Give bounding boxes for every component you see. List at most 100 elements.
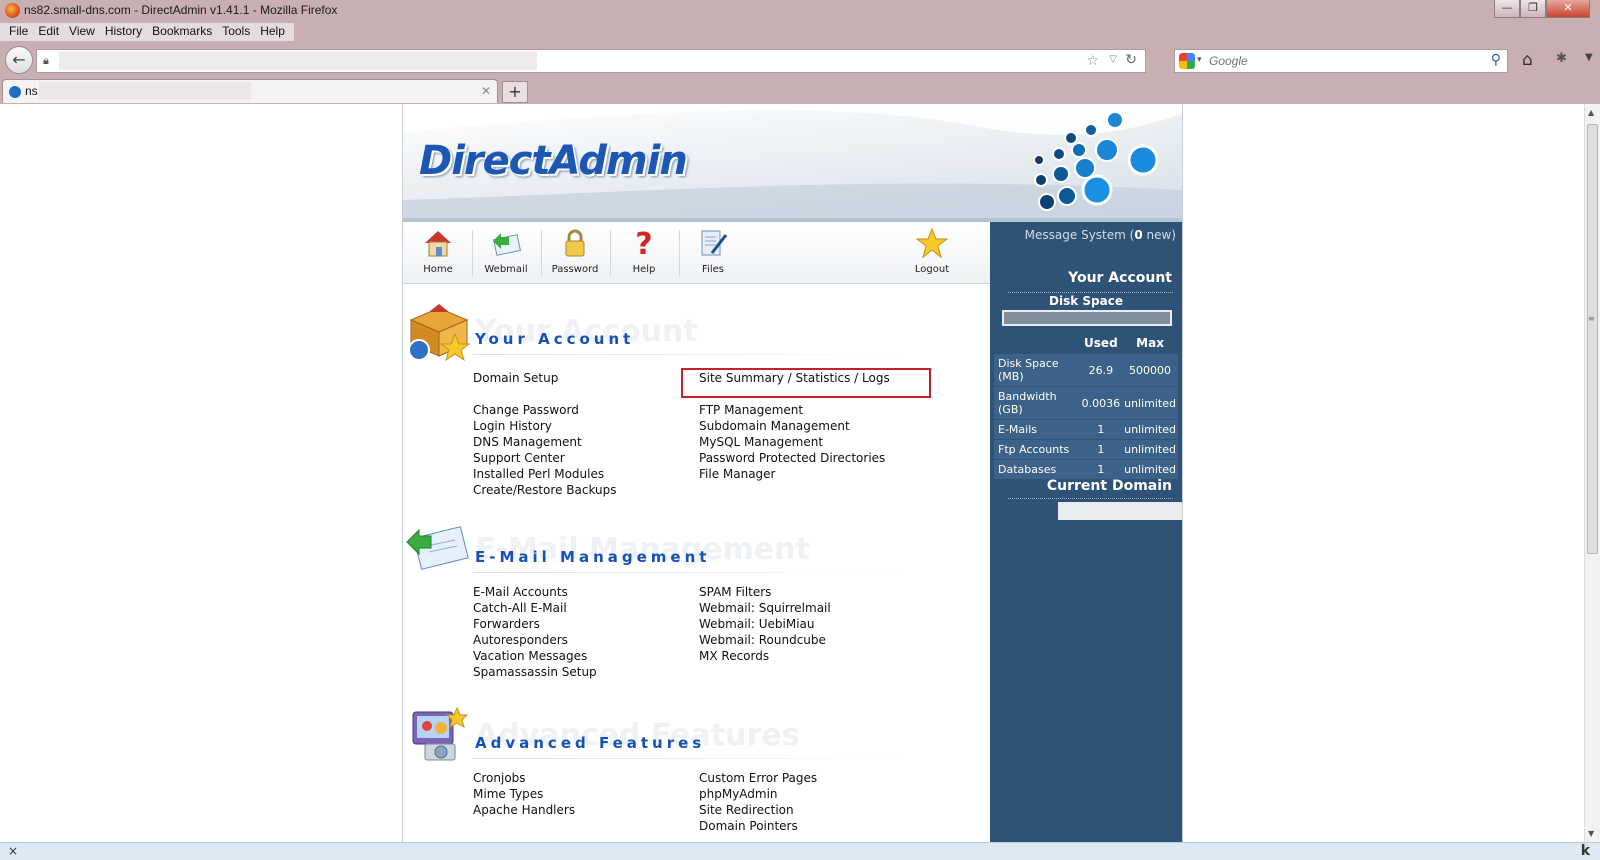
toolbar-webmail[interactable]: Webmail <box>473 226 539 280</box>
toolbar-files[interactable]: Files <box>680 226 746 280</box>
directadmin-panel: DirectAdmin Home Webmail Password ? Help… <box>402 104 1183 842</box>
link-webmail-roundcube[interactable]: Webmail: Roundcube <box>699 632 831 648</box>
link-domain-setup[interactable]: Domain Setup <box>473 370 617 386</box>
url-text-redacted <box>59 52 537 70</box>
menu-view[interactable]: View <box>64 23 100 41</box>
link-create-restore-backups[interactable]: Create/Restore Backups <box>473 482 617 498</box>
link-dns-management[interactable]: DNS Management <box>473 434 617 450</box>
google-icon[interactable] <box>1179 53 1195 69</box>
email-links-col1: E-Mail Accounts Catch-All E-Mail Forward… <box>473 584 597 680</box>
status-addon-icon[interactable]: k <box>1581 843 1590 859</box>
link-subdomain-management[interactable]: Subdomain Management <box>699 418 890 434</box>
scroll-up-icon[interactable]: ▲ <box>1588 108 1594 117</box>
usage-row: Disk Space (MB) 26.9 500000 <box>994 354 1178 387</box>
link-ftp-management[interactable]: FTP Management <box>699 402 890 418</box>
svg-text:?: ? <box>635 227 652 259</box>
url-dropdown-icon[interactable]: ▽ <box>1109 54 1117 65</box>
lock-icon <box>565 229 585 257</box>
usage-name: E-Mails <box>994 419 1080 440</box>
link-webmail-squirrelmail[interactable]: Webmail: Squirrelmail <box>699 600 831 616</box>
tab-title: ns <box>25 84 38 98</box>
section-title: Your Account <box>475 330 635 348</box>
vertical-scrollbar[interactable]: ▲ ≡ ▼ <box>1584 104 1600 842</box>
tab-close-icon[interactable]: ✕ <box>481 84 491 98</box>
link-domain-pointers[interactable]: Domain Pointers <box>699 818 817 834</box>
menu-history[interactable]: History <box>100 23 147 41</box>
account-links-col1: Domain Setup Change Password Login Histo… <box>473 370 617 498</box>
sidebar-divider <box>1008 292 1173 293</box>
search-input[interactable] <box>1209 53 1469 69</box>
usage-max: unlimited <box>1122 386 1178 420</box>
link-cronjobs[interactable]: Cronjobs <box>473 770 575 786</box>
disk-space-label: Disk Space <box>1049 294 1123 308</box>
link-custom-error-pages[interactable]: Custom Error Pages <box>699 770 817 786</box>
toolbar-help[interactable]: ? Help <box>611 226 677 280</box>
tab-title-redacted <box>39 82 251 100</box>
scroll-down-icon[interactable]: ▼ <box>1588 829 1594 838</box>
new-tab-button[interactable]: + <box>502 81 528 103</box>
link-phpmyadmin[interactable]: phpMyAdmin <box>699 786 817 802</box>
scrollbar-thumb[interactable] <box>1587 124 1598 554</box>
minimize-button[interactable]: — <box>1494 0 1520 18</box>
link-password-protected-directories[interactable]: Password Protected Directories <box>699 450 890 466</box>
active-tab[interactable]: ns ✕ <box>2 79 498 103</box>
link-webmail-uebimiau[interactable]: Webmail: UebiMiau <box>699 616 831 632</box>
link-apache-handlers[interactable]: Apache Handlers <box>473 802 575 818</box>
addon-icon[interactable]: ✱ <box>1556 51 1567 66</box>
search-engine-dropdown-icon[interactable]: ▾ <box>1197 55 1202 65</box>
current-domain-select[interactable] <box>1058 502 1182 520</box>
star-icon <box>915 227 949 259</box>
menu-help[interactable]: Help <box>255 23 290 41</box>
directadmin-logo[interactable]: DirectAdmin <box>419 138 688 184</box>
menu-bookmarks[interactable]: Bookmarks <box>147 23 217 41</box>
toolbar-logout-label: Logout <box>914 264 950 275</box>
menu-file[interactable]: File <box>4 23 33 41</box>
advanced-links-col2: Custom Error Pages phpMyAdmin Site Redir… <box>699 770 817 834</box>
search-icon[interactable]: ⚲ <box>1491 52 1501 68</box>
toolbar-home-label: Home <box>423 264 453 275</box>
page-viewport: DirectAdmin Home Webmail Password ? Help… <box>0 104 1584 842</box>
toolbar-password[interactable]: Password <box>542 226 608 280</box>
link-installed-perl-modules[interactable]: Installed Perl Modules <box>473 466 617 482</box>
link-spamassassin-setup[interactable]: Spamassassin Setup <box>473 664 597 680</box>
toolbar-webmail-label: Webmail <box>484 264 528 275</box>
sidebar-your-account-heading: Your Account <box>1068 270 1172 286</box>
bookmark-star-icon[interactable]: ☆ <box>1086 53 1099 69</box>
reload-icon[interactable]: ↻ <box>1125 52 1137 68</box>
menu-tools[interactable]: Tools <box>217 23 255 41</box>
link-catch-all-email[interactable]: Catch-All E-Mail <box>473 600 597 616</box>
link-email-accounts[interactable]: E-Mail Accounts <box>473 584 597 600</box>
home-icon[interactable]: ⌂ <box>1522 50 1533 70</box>
back-button[interactable]: ← <box>5 46 33 74</box>
toolbar-home[interactable]: Home <box>405 226 471 280</box>
overflow-chevron-icon[interactable]: ▼ <box>1585 52 1593 63</box>
section-underline <box>473 758 903 759</box>
link-login-history[interactable]: Login History <box>473 418 617 434</box>
link-mime-types[interactable]: Mime Types <box>473 786 575 802</box>
link-forwarders[interactable]: Forwarders <box>473 616 597 632</box>
link-file-manager[interactable]: File Manager <box>699 466 890 482</box>
link-mysql-management[interactable]: MySQL Management <box>699 434 890 450</box>
close-window-button[interactable]: ✕ <box>1546 0 1590 18</box>
usage-name: Disk Space (MB) <box>994 354 1080 387</box>
link-change-password[interactable]: Change Password <box>473 402 617 418</box>
url-bar[interactable]: 🔒︎ ☆ ▽ ↻ <box>36 49 1146 73</box>
maximize-button[interactable]: ❐ <box>1520 0 1546 18</box>
search-bar[interactable]: ▾ ⚲ <box>1174 49 1508 73</box>
toolbar-logout[interactable]: Logout <box>899 226 965 280</box>
link-support-center[interactable]: Support Center <box>473 450 617 466</box>
usage-name: Bandwidth (GB) <box>994 386 1080 420</box>
message-system-link[interactable]: Message System (0 new) <box>1025 228 1176 242</box>
link-mx-records[interactable]: MX Records <box>699 648 831 664</box>
link-autoresponders[interactable]: Autoresponders <box>473 632 597 648</box>
disk-space-bar <box>1002 310 1172 326</box>
section-title: E-Mail Management <box>475 548 711 566</box>
usage-row: E-Mails 1 unlimited <box>994 419 1178 440</box>
status-bar: × k <box>0 842 1600 860</box>
link-site-redirection[interactable]: Site Redirection <box>699 802 817 818</box>
link-spam-filters[interactable]: SPAM Filters <box>699 584 831 600</box>
usage-row: Bandwidth (GB) 0.0036 unlimited <box>994 386 1178 420</box>
menu-edit[interactable]: Edit <box>33 23 64 41</box>
link-vacation-messages[interactable]: Vacation Messages <box>473 648 597 664</box>
status-close-icon[interactable]: × <box>8 844 18 858</box>
